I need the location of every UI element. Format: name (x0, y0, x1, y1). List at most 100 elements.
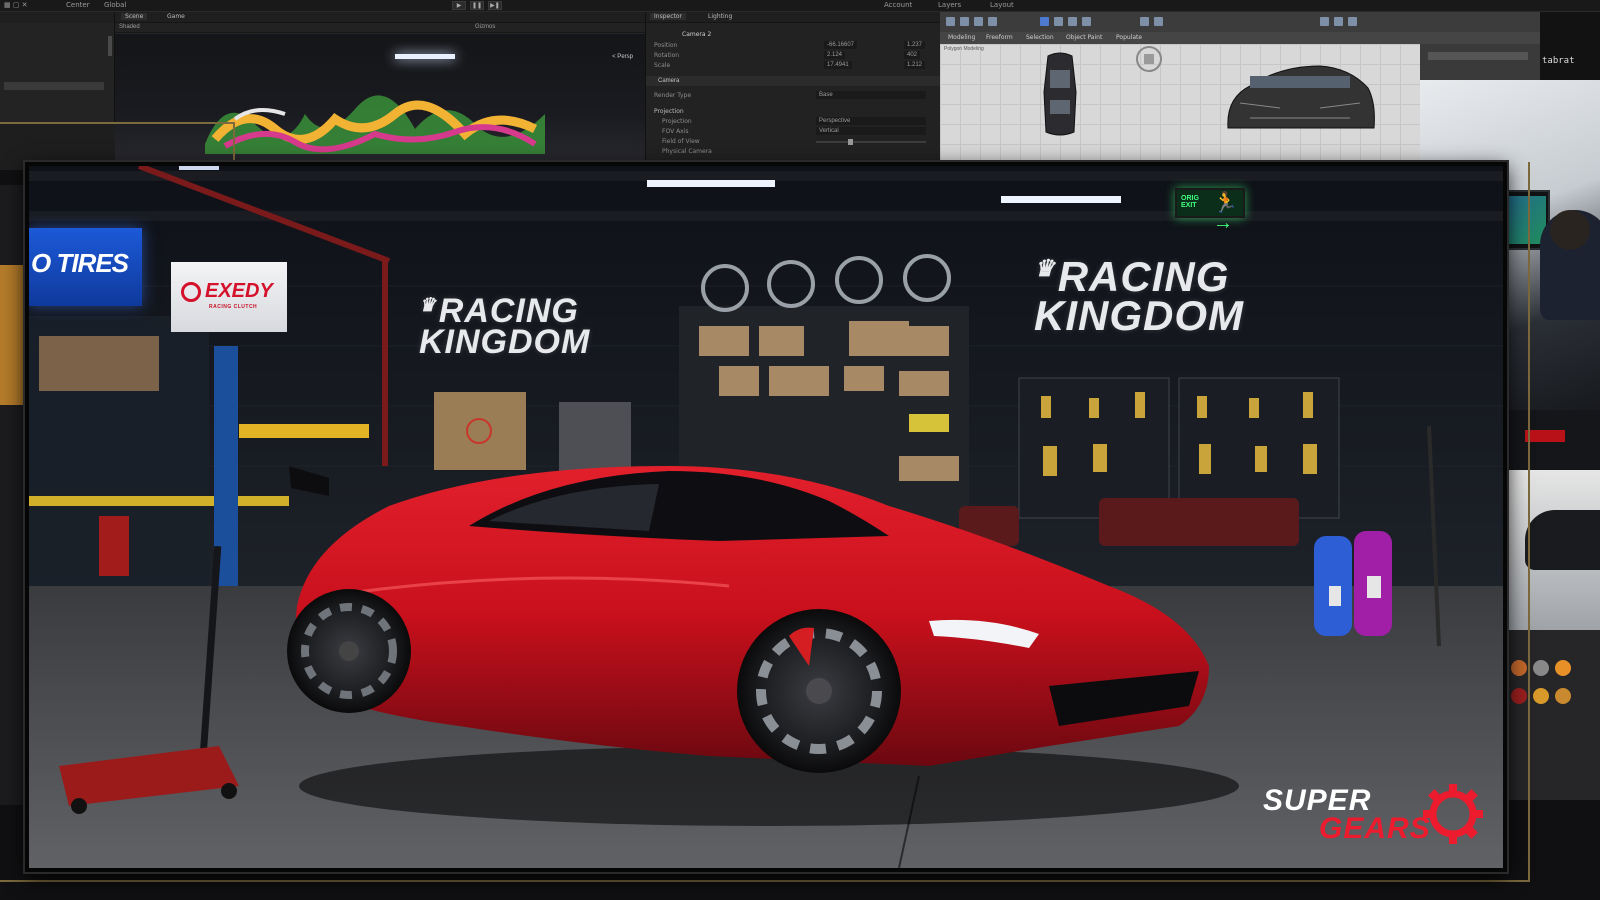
ribbon-tab-modeling[interactable]: Modeling (948, 34, 975, 41)
car-front-view-wireframe (1227, 65, 1375, 129)
material-swatch[interactable] (1511, 688, 1527, 704)
render-type-dropdown[interactable]: Base (816, 91, 926, 99)
modeling-viewport[interactable]: Polygon Modeling (940, 44, 1420, 170)
tab-lighting[interactable]: Lighting (704, 13, 736, 20)
inspector-object-name[interactable]: Camera 2 (682, 31, 711, 38)
rotation-y-field[interactable]: 402 (904, 51, 921, 59)
render-type-label: Render Type (654, 92, 692, 99)
machine-cabinet (559, 402, 631, 474)
projection-section-label[interactable]: Projection (654, 108, 684, 115)
gear-icon (1423, 784, 1483, 844)
scale-icon[interactable] (1082, 17, 1091, 26)
snap-icon[interactable] (1140, 17, 1149, 26)
exit-sign-line2: EXIT (1181, 202, 1197, 209)
render-setup-icon[interactable] (1320, 17, 1329, 26)
layout-menu[interactable]: Layout (990, 1, 1014, 9)
webcam-person-head (1550, 210, 1590, 250)
gizmos-dropdown[interactable]: Gizmos (475, 24, 495, 30)
rotation-label: Rotation (654, 52, 680, 59)
left-edge-car-preview (0, 265, 28, 405)
hierarchy-scrollbar[interactable] (108, 36, 112, 56)
link-icon[interactable] (974, 17, 983, 26)
ribbon-tabs: Modeling Freeform Selection Object Paint… (940, 32, 1540, 44)
super-gears-logo: SUPER GEARS (1263, 770, 1493, 860)
hierarchy-selected-row[interactable] (4, 82, 104, 90)
pivot-center-toggle[interactable]: Center (66, 1, 90, 9)
editor-menubar: ▦ ▢ ✕ Center Global ▶ ❚❚ ▶❚ Account Laye… (0, 0, 1600, 12)
command-panel-tabs[interactable] (1428, 52, 1528, 60)
tab-scene[interactable]: Scene (121, 13, 148, 20)
scene-toolbar: Shaded Gizmos (115, 23, 645, 33)
ribbon-tab-selection[interactable]: Selection (1026, 34, 1054, 41)
account-menu[interactable]: Account (884, 1, 912, 9)
material-swatch[interactable] (1555, 660, 1571, 676)
step-icon[interactable]: ▶❚ (488, 1, 502, 10)
polygon-modeling-label: Polygon Modeling (944, 46, 984, 52)
ribbon-tab-object-paint[interactable]: Object Paint (1066, 34, 1102, 41)
rotation-x-field[interactable]: 2.124 (824, 51, 846, 59)
render-icon[interactable] (1334, 17, 1343, 26)
exedy-sign: EXEDY RACING CLUTCH (171, 262, 287, 332)
scene-panel: Scene Game Shaded Gizmos < Persp (115, 12, 645, 170)
ceiling-light (179, 166, 219, 170)
select-icon[interactable] (1040, 17, 1049, 26)
move-icon[interactable] (1054, 17, 1063, 26)
menubar-icons[interactable]: ▦ ▢ ✕ (4, 1, 28, 9)
exedy-subtitle: RACING CLUTCH (209, 304, 258, 310)
ribbon-tab-populate[interactable]: Populate (1116, 34, 1142, 41)
tab-inspector[interactable]: Inspector (650, 13, 686, 20)
pause-icon[interactable]: ❚❚ (470, 1, 484, 10)
shading-mode-dropdown[interactable]: Shaded (119, 24, 140, 30)
frame-border-line (0, 880, 1530, 882)
modeling-toolbar (940, 12, 1540, 32)
unlink-icon[interactable] (988, 17, 997, 26)
brand-gears-text: GEARS (1319, 812, 1431, 845)
scale-y-field[interactable]: 1.212 (904, 61, 926, 69)
undo-icon[interactable] (946, 17, 955, 26)
persp-label[interactable]: < Persp (612, 54, 633, 60)
ceiling-light (647, 180, 775, 187)
field-of-view-slider[interactable] (816, 139, 926, 145)
position-x-field[interactable]: -66.16607 (824, 41, 858, 49)
crown-icon: ♛ (1034, 255, 1056, 281)
play-icon[interactable]: ▶ (452, 1, 466, 10)
angle-snap-icon[interactable] (1154, 17, 1163, 26)
editor-background: ▦ ▢ ✕ Center Global ▶ ❚❚ ▶❚ Account Laye… (0, 0, 1600, 170)
racing-kingdom-line2: KINGDOM (1034, 291, 1244, 339)
material-swatch[interactable] (1533, 660, 1549, 676)
field-of-view-label: Field of View (662, 138, 700, 145)
tab-game[interactable]: Game (163, 13, 189, 20)
fov-axis-dropdown[interactable]: Vertical (816, 127, 926, 135)
exedy-name: EXEDY (205, 280, 273, 302)
storage-box (39, 336, 159, 391)
layers-menu[interactable]: Layers (938, 1, 961, 9)
material-editor-icon[interactable] (1348, 17, 1357, 26)
scene-viewport[interactable]: < Persp (115, 34, 645, 170)
material-swatch[interactable] (1533, 688, 1549, 704)
rotate-icon[interactable] (1068, 17, 1077, 26)
viewcube-icon[interactable] (1134, 44, 1164, 74)
exit-sign-line1: ORIG (1181, 195, 1199, 202)
camera-component-header[interactable]: Camera (646, 76, 940, 86)
fov-axis-label: FOV Axis (662, 128, 689, 135)
racing-kingdom-line2: KINGDOM (419, 323, 591, 362)
position-y-field[interactable]: 1.237 (904, 41, 926, 49)
material-swatch[interactable] (1511, 660, 1527, 676)
frame-border-line (1528, 162, 1530, 882)
redo-icon[interactable] (960, 17, 969, 26)
ribbon-tab-freeform[interactable]: Freeform (986, 34, 1013, 41)
frame-border-line (0, 122, 235, 124)
tires-sign: O TIRES (29, 228, 142, 306)
scale-x-field[interactable]: 17.4941 (824, 61, 852, 69)
exit-arrow-icon: 🏃→ (1213, 192, 1238, 234)
material-swatch[interactable] (1555, 688, 1571, 704)
inspector-tabstrip: Inspector Lighting (646, 12, 940, 23)
car-top-view-wireframe (1043, 52, 1077, 136)
game-view[interactable]: O TIRES EXEDY RACING CLUTCH ♛RACING KING… (25, 162, 1507, 872)
scale-label: Scale (654, 62, 671, 69)
pivot-global-toggle[interactable]: Global (104, 1, 126, 9)
graffiti-art (205, 95, 545, 154)
side-terminal: tabrat (1540, 12, 1600, 82)
exit-sign: ORIG EXIT 🏃→ (1175, 188, 1245, 233)
projection-dropdown[interactable]: Perspective (816, 117, 926, 125)
